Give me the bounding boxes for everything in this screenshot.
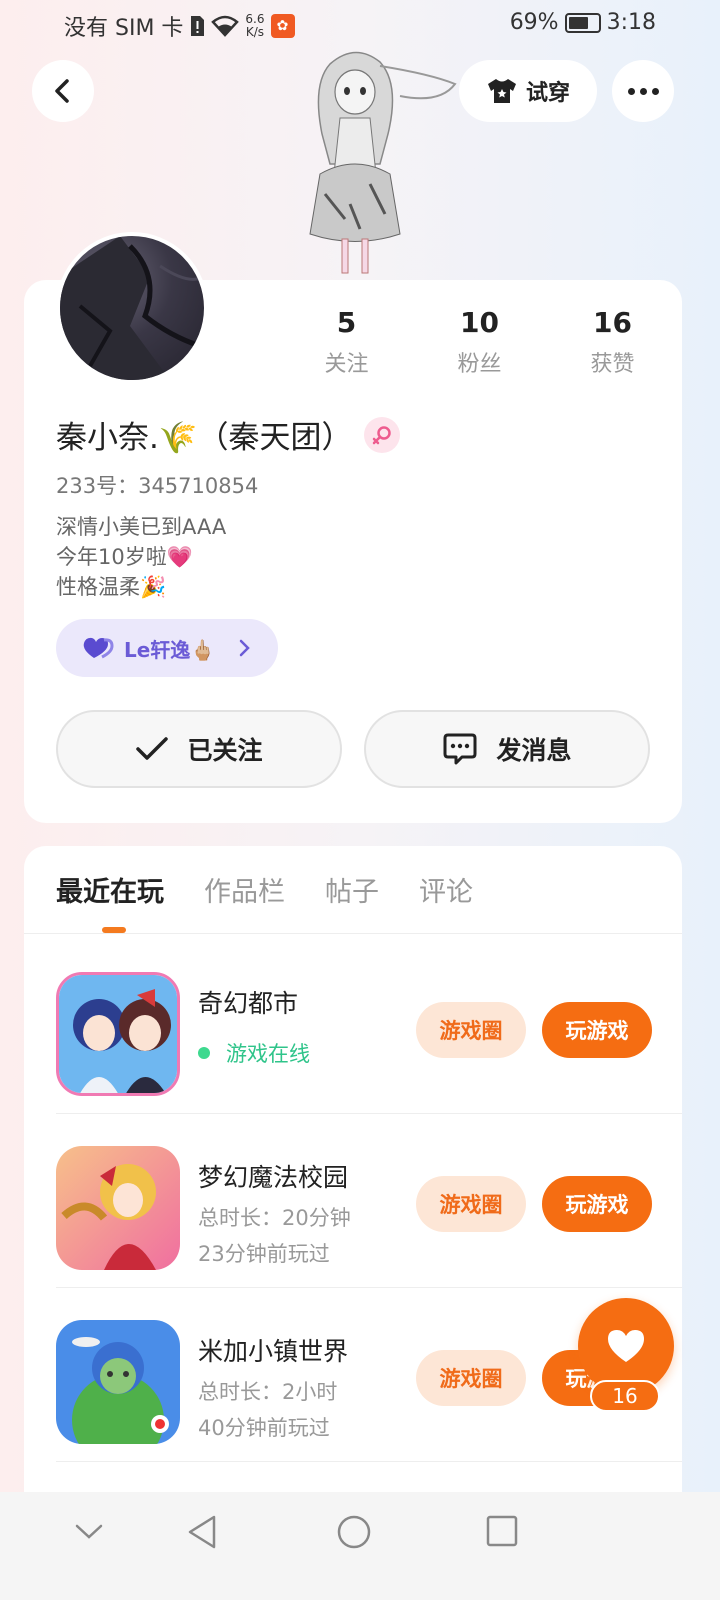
divider [56, 1461, 682, 1462]
game-name: 奇幻都市 [198, 989, 299, 1018]
home-nav-icon[interactable] [336, 1514, 372, 1550]
battery-text: 69% [509, 10, 559, 35]
stat-likes[interactable]: 16 获赞 [546, 306, 679, 378]
stat-value: 16 [593, 306, 632, 339]
avatar[interactable] [56, 232, 208, 384]
online-status-text: 游戏在线 [226, 1042, 310, 1066]
chevron-down-icon[interactable] [74, 1522, 104, 1542]
like-count-badge: 16 [590, 1380, 660, 1412]
stat-label: 粉丝 [457, 352, 502, 377]
status-bar: 没有 SIM 卡 6.6 K/s ✿ 69% 3:18 [0, 0, 720, 50]
app-notification-icon: ✿ [270, 14, 295, 38]
stat-following[interactable]: 5 关注 [280, 306, 413, 378]
game-icon [56, 1146, 180, 1270]
nickname: 秦小奈.🌾（秦天团） [56, 420, 353, 456]
online-status: 游戏在线 [198, 1038, 310, 1068]
game-icon [56, 972, 180, 1096]
chevron-left-icon [55, 79, 69, 103]
tab-works[interactable]: 作品栏 [204, 870, 285, 910]
chat-icon [443, 733, 477, 765]
wifi-icon [211, 15, 240, 37]
tshirt-icon [487, 79, 516, 103]
carrier-text: 没有 SIM 卡 [64, 16, 184, 41]
play-duration: 总时长：20分钟 [198, 1206, 351, 1230]
play-duration: 总时长：2小时 [198, 1380, 338, 1404]
stat-value: 5 [336, 306, 357, 339]
game-meta: 总时长：20分钟 23分钟前玩过 [198, 1200, 351, 1272]
more-icon [627, 87, 635, 95]
heart-icon [83, 637, 114, 659]
bio: 深情小美已到AAA 今年10岁啦💗 性格温柔🎉 [56, 512, 226, 602]
send-message-button[interactable]: 发消息 [364, 710, 650, 788]
back-nav-icon[interactable] [186, 1514, 218, 1550]
game-name: 梦幻魔法校园 [198, 1163, 349, 1192]
heart-icon [608, 1330, 644, 1362]
game-name: 米加小镇世界 [198, 1337, 349, 1366]
recents-nav-icon[interactable] [486, 1514, 518, 1548]
online-dot-icon [198, 1047, 210, 1059]
avatar-image [60, 236, 204, 380]
try-on-button[interactable]: 试穿 [459, 60, 597, 122]
character-avatar-image [309, 51, 457, 274]
game-circle-button[interactable]: 游戏圈 [416, 1002, 526, 1058]
back-button[interactable] [32, 60, 94, 122]
game-row[interactable]: 奇幻都市 游戏在线 游戏圈 玩游戏 [56, 940, 682, 1114]
game-row[interactable]: 梦幻魔法校园 总时长：20分钟 23分钟前玩过 游戏圈 玩游戏 [56, 1114, 682, 1288]
stat-label: 获赞 [590, 352, 635, 377]
divider [24, 933, 682, 934]
check-icon [136, 737, 169, 760]
bio-line: 深情小美已到AAA [56, 515, 227, 539]
clock: 3:18 [606, 10, 656, 35]
tab-comments[interactable]: 评论 [419, 870, 473, 910]
followed-label: 已关注 [187, 736, 263, 765]
bio-line: 今年10岁啦💗 [56, 545, 193, 569]
tab-recently-played[interactable]: 最近在玩 [56, 870, 164, 910]
more-options-button[interactable] [612, 60, 674, 122]
message-label: 发消息 [496, 736, 572, 765]
fan-group-chip[interactable]: Le轩逸🖕🏼 [56, 619, 278, 677]
stat-label: 关注 [324, 352, 369, 377]
stat-fans[interactable]: 10 粉丝 [413, 306, 546, 378]
game-meta: 总时长：2小时 40分钟前玩过 [198, 1374, 337, 1446]
female-icon [364, 416, 401, 453]
bio-line: 性格温柔🎉 [56, 575, 167, 599]
chevron-right-icon [239, 639, 250, 657]
followed-button[interactable]: 已关注 [56, 710, 342, 788]
play-game-button[interactable]: 玩游戏 [542, 1176, 652, 1232]
system-nav-bar [0, 1492, 720, 1600]
user-id: 233号：345710854 [56, 474, 259, 498]
nickname-row: 秦小奈.🌾（秦天团） [56, 412, 401, 457]
profile-tabs: 最近在玩 作品栏 帖子 评论 [56, 870, 473, 910]
last-played: 23分钟前玩过 [198, 1242, 330, 1266]
battery-icon [564, 12, 601, 33]
game-circle-button[interactable]: 游戏圈 [416, 1350, 526, 1406]
fan-chip-label: Le轩逸🖕🏼 [124, 637, 216, 662]
tab-posts[interactable]: 帖子 [325, 870, 379, 910]
profile-stats: 5 关注 10 粉丝 16 获赞 [280, 306, 680, 378]
game-circle-button[interactable]: 游戏圈 [416, 1176, 526, 1232]
sim-alert-icon [191, 16, 205, 36]
try-on-label: 试穿 [525, 81, 570, 106]
net-speed: 6.6 K/s [245, 12, 265, 39]
stat-value: 10 [460, 306, 499, 339]
play-game-button[interactable]: 玩游戏 [542, 1002, 652, 1058]
last-played: 40分钟前玩过 [198, 1416, 330, 1440]
game-icon [56, 1320, 180, 1444]
